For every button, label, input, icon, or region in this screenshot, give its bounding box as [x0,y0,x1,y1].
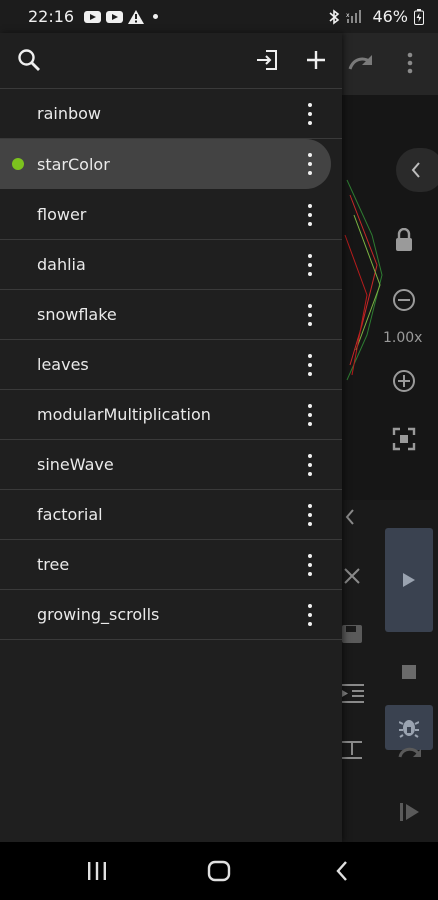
list-item-label: growing_scrolls [37,605,160,624]
more-options-icon[interactable] [304,604,316,626]
list-item-label: leaves [37,355,89,374]
youtube-notification-icon [106,10,124,23]
more-options-icon[interactable] [304,304,316,326]
more-options-icon[interactable] [304,103,316,125]
list-item[interactable]: sineWave [0,440,342,490]
drawer-header [0,33,342,89]
project-list: rainbow starColor flower dahlia snowflak… [0,89,342,640]
list-item[interactable]: modularMultiplication [0,390,342,440]
zoom-level: 1.00x [383,330,423,346]
active-indicator-dot [12,158,24,170]
more-options-icon[interactable] [304,554,316,576]
list-item-label: tree [37,555,70,574]
list-item-label: rainbow [37,104,101,123]
list-item[interactable]: growing_scrolls [0,590,342,640]
list-item[interactable]: dahlia [0,240,342,290]
list-item-label: snowflake [37,305,117,324]
status-time: 22:16 [28,7,75,26]
more-options-icon[interactable] [304,404,316,426]
format-indent-icon[interactable] [342,682,364,704]
stop-icon[interactable] [402,665,416,679]
play-icon [403,573,415,587]
more-options-icon[interactable] [304,504,316,526]
list-item-label: sineWave [37,455,114,474]
fit-screen-icon[interactable] [392,427,416,451]
home-icon[interactable] [205,842,233,900]
more-options-icon[interactable] [304,153,316,175]
status-bar: 22:16 x 46% [0,0,438,33]
add-icon[interactable] [303,47,329,73]
list-item-label: flower [37,205,87,224]
bluetooth-icon [329,8,340,25]
overflow-menu-icon[interactable] [406,51,414,75]
more-options-icon[interactable] [304,254,316,276]
battery-icon [414,8,424,25]
turtle-drawing [344,179,383,381]
list-item-label: modularMultiplication [37,405,211,424]
notification-dot-icon [153,14,159,19]
list-item[interactable]: rainbow [0,89,342,139]
system-nav-bar [0,842,438,900]
close-icon[interactable] [343,567,361,585]
list-item[interactable]: leaves [0,340,342,390]
step-over-icon[interactable] [396,743,424,763]
list-item[interactable]: tree [0,540,342,590]
import-icon[interactable] [254,47,280,73]
list-item-label: starColor [37,154,110,174]
list-item-label: factorial [37,505,103,524]
navigation-drawer: rainbow starColor flower dahlia snowflak… [0,33,342,842]
warning-icon [128,9,145,24]
youtube-notification-icon [84,10,102,23]
back-icon[interactable] [330,842,354,900]
more-options-icon[interactable] [304,204,316,226]
list-item-label: dahlia [37,255,86,274]
search-icon[interactable] [16,47,42,73]
chevron-left-icon[interactable] [344,508,356,526]
zoom-in-icon[interactable] [392,369,416,393]
collapse-panel-button[interactable] [396,148,438,192]
more-options-icon[interactable] [304,354,316,376]
save-icon[interactable] [342,623,362,645]
svg-text:x: x [346,12,350,19]
list-item[interactable]: flower [0,190,342,240]
bug-icon [399,720,419,738]
run-button[interactable] [385,528,433,632]
lock-icon[interactable] [394,228,414,252]
more-options-icon[interactable] [304,454,316,476]
chevron-left-icon [411,162,420,178]
zoom-out-icon[interactable] [392,288,416,312]
list-item[interactable]: factorial [0,490,342,540]
step-into-icon[interactable] [400,803,420,821]
text-format-icon[interactable] [342,741,362,759]
list-item[interactable]: snowflake [0,290,342,340]
signal-icon: x [346,9,362,23]
recents-icon[interactable] [84,842,110,900]
list-item-selected[interactable]: starColor [0,139,331,189]
redo-icon[interactable] [346,51,376,73]
battery-percent: 46% [372,7,408,26]
